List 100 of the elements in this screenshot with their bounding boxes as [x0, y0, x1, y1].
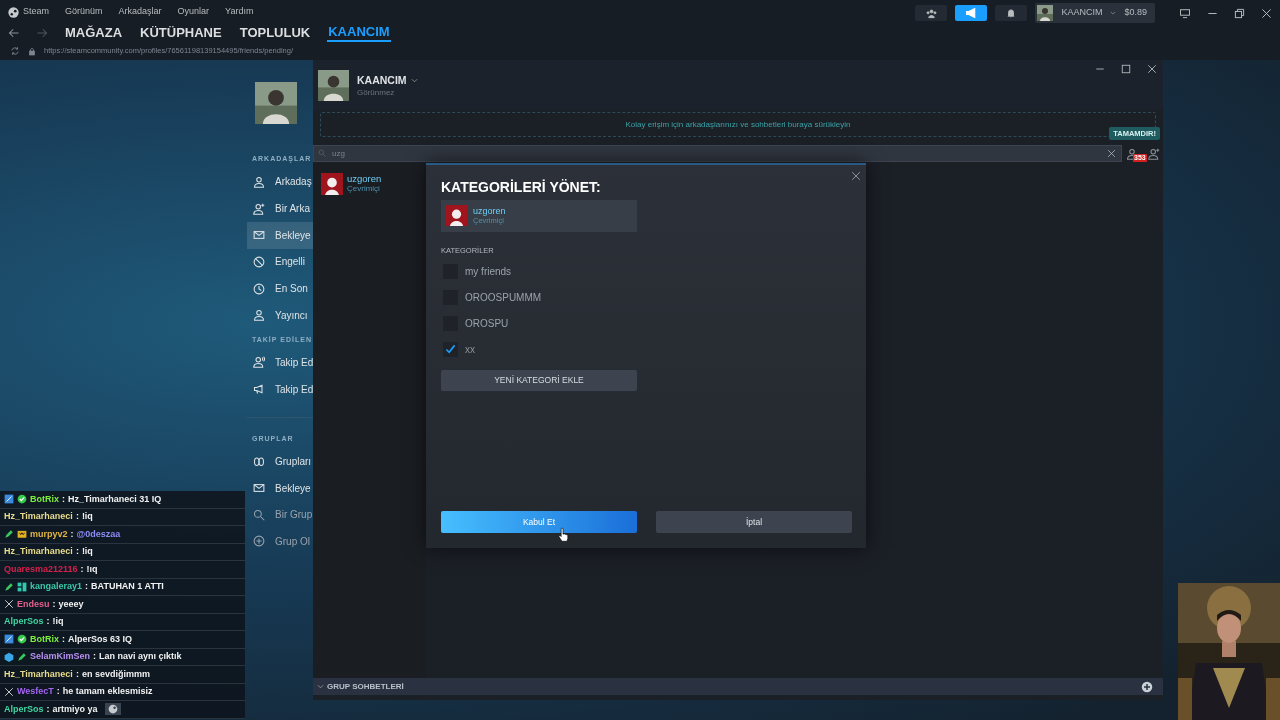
announcements-button[interactable]: [955, 5, 988, 21]
pencil-badge-icon: [4, 529, 14, 540]
people-icon: [925, 7, 937, 19]
chat-username: Hz_Timarhaneci: [4, 667, 73, 681]
sidebar-item[interactable]: Bekleye: [247, 221, 313, 249]
sidebar-item[interactable]: Grupları: [247, 448, 313, 475]
sidebar-item[interactable]: Grup Ol: [247, 528, 313, 555]
steam-logo-icon: [107, 704, 118, 715]
friend-name: uzgoren: [473, 206, 506, 217]
sidebar-item[interactable]: Yayıncı: [247, 301, 313, 329]
nav-tab[interactable]: MAĞAZA: [64, 25, 124, 41]
chat-text: !iq: [81, 510, 93, 523]
chat-text: en sevdiğimmm: [81, 667, 150, 681]
chat-separator: :: [46, 702, 50, 716]
reload-icon[interactable]: [10, 46, 20, 56]
envelope-icon: [253, 482, 265, 495]
grid-badge-icon: [17, 581, 27, 592]
avatar: [318, 69, 349, 101]
chat-separator: :: [93, 650, 97, 663]
nav-tab[interactable]: TOPLULUK: [238, 25, 312, 41]
megaphone-icon: [965, 7, 978, 19]
sidebar-item[interactable]: Engelli: [247, 248, 313, 276]
steam-logo-icon: [8, 6, 19, 18]
checkmark-icon: [445, 343, 456, 355]
chat-username: Endesu: [17, 597, 50, 611]
add-category-button[interactable]: YENİ KATEGORİ EKLE: [441, 370, 637, 392]
sidebar-item[interactable]: Takip Ed: [247, 349, 313, 376]
close-icon[interactable]: [1261, 7, 1272, 19]
sidebar-item[interactable]: Bekleye: [247, 474, 313, 502]
caret-icon: [1110, 10, 1117, 16]
friends-button[interactable]: [915, 5, 948, 21]
friend-row[interactable]: uzgoren Çevrimiçi: [313, 173, 426, 195]
cancel-button[interactable]: İptal: [656, 511, 852, 533]
block-icon: [253, 255, 265, 268]
plus-circle-icon: [253, 535, 265, 548]
friend-name: uzgoren: [347, 173, 382, 184]
account-menu[interactable]: KAANCIM $0.89: [1035, 3, 1155, 23]
chat-username: BotRix: [30, 632, 59, 646]
chat-username: Hz_Timarhaneci: [4, 510, 73, 523]
group-chats-label[interactable]: GRUP SOHBETLERİ: [327, 680, 404, 693]
groups-icon: [253, 455, 265, 468]
chat-text: @0deszaa: [76, 527, 121, 541]
chat-text: Hz_Timarhaneci 31 IQ: [68, 492, 162, 506]
user-status: Görünmez: [357, 88, 396, 98]
envelope-icon: [253, 229, 265, 242]
menu-item[interactable]: Görünüm: [65, 5, 103, 19]
monitor-icon[interactable]: [1179, 7, 1191, 19]
back-arrow-icon[interactable]: [8, 27, 20, 39]
menu-item[interactable]: Steam: [8, 5, 49, 19]
megaphone-icon: [253, 383, 265, 396]
bot-badge-icon: [4, 494, 14, 505]
caret-icon[interactable]: [410, 77, 418, 84]
close-icon[interactable]: [851, 171, 861, 181]
swords-badge-icon: [4, 599, 14, 610]
cube-badge-icon: [4, 651, 14, 662]
steam-button[interactable]: [104, 703, 121, 716]
sidebar-item[interactable]: Arkadaş: [247, 168, 313, 196]
category-label: OROOSPUMMM: [465, 290, 542, 305]
chat-separator: :: [70, 527, 74, 541]
checkbox[interactable]: [443, 341, 458, 357]
chat-username: AlperSos: [4, 615, 44, 628]
verified-badge-icon: [17, 494, 27, 505]
user-name[interactable]: KAANCIM: [357, 72, 407, 89]
nav-tab[interactable]: KÜTÜPHANE: [139, 25, 223, 41]
add-friend-icon[interactable]: [1148, 147, 1160, 160]
menu-item[interactable]: Yardım: [225, 5, 254, 19]
restore-icon[interactable]: [1234, 7, 1245, 19]
menu-item[interactable]: Oyunlar: [177, 5, 210, 19]
chat-text: yeeey: [58, 597, 84, 611]
group-chats-bar[interactable]: GRUP SOHBETLERİ: [313, 678, 1163, 695]
clock-icon: [253, 282, 265, 295]
menu-item[interactable]: Arkadaşlar: [118, 5, 162, 19]
chat-separator: :: [85, 580, 89, 593]
bot-badge-icon: [4, 634, 14, 645]
clear-icon[interactable]: [1107, 149, 1116, 158]
chat-username: BotRix: [30, 492, 59, 506]
chat-separator: :: [62, 632, 65, 646]
sidebar-item[interactable]: Bir Arka: [247, 195, 313, 222]
caret-icon: [317, 683, 324, 690]
search-icon: [253, 508, 265, 521]
verified-badge-icon: [17, 634, 27, 645]
nav-tab[interactable]: KAANCIM: [327, 24, 391, 42]
add-person-icon: [253, 202, 265, 215]
pointer-cursor-icon: [558, 527, 569, 543]
sidebar-item[interactable]: Bir Grup: [247, 501, 313, 529]
close-icon[interactable]: [1147, 64, 1157, 74]
chat-separator: :: [75, 510, 79, 523]
avatar: [255, 82, 297, 124]
crown-badge-icon: [17, 529, 27, 540]
avatar: [446, 205, 467, 227]
maximize-icon[interactable]: [1121, 64, 1131, 74]
chat-text: BATUHAN 1 ATTI: [91, 580, 164, 593]
chat-text: !iq: [81, 545, 93, 558]
add-circle-icon[interactable]: [1141, 680, 1153, 693]
sidebar-item[interactable]: En Son: [247, 275, 313, 302]
lock-icon: [28, 46, 36, 56]
chat-text: Lan navi aynı çıktık: [99, 650, 182, 663]
chat-separator: :: [75, 545, 79, 558]
notifications-button[interactable]: [995, 5, 1028, 21]
sidebar-item[interactable]: Takip Ed: [247, 375, 313, 403]
